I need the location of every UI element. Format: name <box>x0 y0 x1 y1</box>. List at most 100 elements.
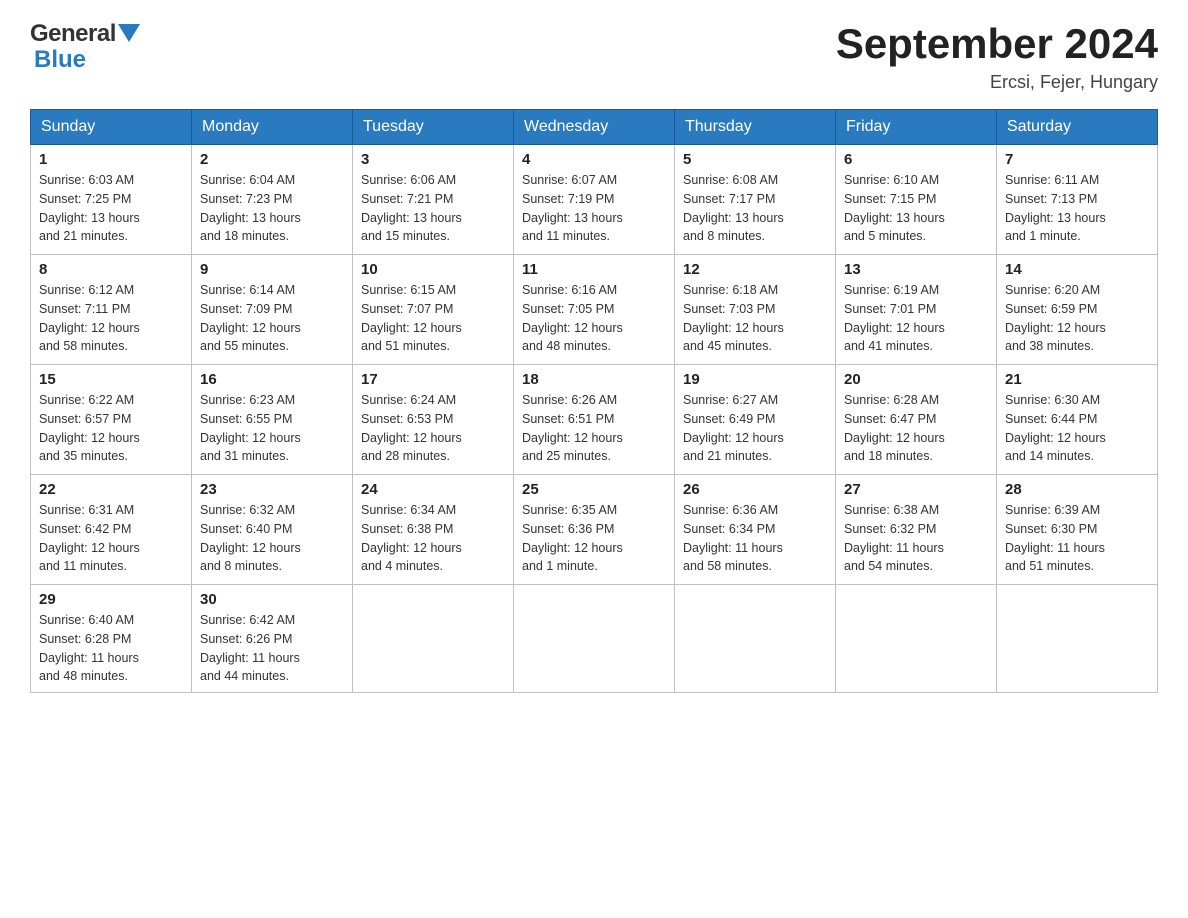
calendar-week-row: 22 Sunrise: 6:31 AM Sunset: 6:42 PM Dayli… <box>31 475 1158 585</box>
calendar-day-cell: 29Sunrise: 6:40 AM Sunset: 6:28 PM Dayli… <box>31 585 192 693</box>
day-number: 22 <box>39 481 183 498</box>
weekday-header-thursday: Thursday <box>675 110 836 145</box>
calendar-day-cell: 28 Sunrise: 6:39 AM Sunset: 6:30 PM Dayli… <box>997 475 1158 585</box>
day-number: 12 <box>683 261 827 278</box>
calendar-title: September 2024 <box>836 20 1158 68</box>
calendar-day-cell: 18 Sunrise: 6:26 AM Sunset: 6:51 PM Dayli… <box>514 365 675 475</box>
day-number: 23 <box>200 481 344 498</box>
day-info: Sunrise: 6:39 AM Sunset: 6:30 PM Dayligh… <box>1005 501 1149 576</box>
weekday-header-saturday: Saturday <box>997 110 1158 145</box>
day-info: Sunrise: 6:07 AM Sunset: 7:19 PM Dayligh… <box>522 171 666 246</box>
day-number: 17 <box>361 371 505 388</box>
day-info: Sunrise: 6:12 AM Sunset: 7:11 PM Dayligh… <box>39 281 183 356</box>
calendar-week-row: 29Sunrise: 6:40 AM Sunset: 6:28 PM Dayli… <box>31 585 1158 693</box>
calendar-day-cell: 5 Sunrise: 6:08 AM Sunset: 7:17 PM Daylig… <box>675 145 836 255</box>
calendar-day-cell: 17 Sunrise: 6:24 AM Sunset: 6:53 PM Dayli… <box>353 365 514 475</box>
day-info: Sunrise: 6:32 AM Sunset: 6:40 PM Dayligh… <box>200 501 344 576</box>
day-info: Sunrise: 6:10 AM Sunset: 7:15 PM Dayligh… <box>844 171 988 246</box>
day-number: 27 <box>844 481 988 498</box>
weekday-header-friday: Friday <box>836 110 997 145</box>
day-number: 26 <box>683 481 827 498</box>
calendar-day-cell: 22 Sunrise: 6:31 AM Sunset: 6:42 PM Dayli… <box>31 475 192 585</box>
calendar-day-cell: 13Sunrise: 6:19 AM Sunset: 7:01 PM Dayli… <box>836 255 997 365</box>
day-info: Sunrise: 6:19 AM Sunset: 7:01 PM Dayligh… <box>844 281 988 356</box>
calendar-day-cell <box>353 585 514 693</box>
calendar-day-cell: 26 Sunrise: 6:36 AM Sunset: 6:34 PM Dayli… <box>675 475 836 585</box>
day-number: 3 <box>361 151 505 168</box>
day-number: 6 <box>844 151 988 168</box>
calendar-week-row: 8 Sunrise: 6:12 AM Sunset: 7:11 PM Daylig… <box>31 255 1158 365</box>
title-area: September 2024 Ercsi, Fejer, Hungary <box>836 20 1158 93</box>
day-info: Sunrise: 6:04 AM Sunset: 7:23 PM Dayligh… <box>200 171 344 246</box>
day-info: Sunrise: 6:06 AM Sunset: 7:21 PM Dayligh… <box>361 171 505 246</box>
calendar-day-cell: 4 Sunrise: 6:07 AM Sunset: 7:19 PM Daylig… <box>514 145 675 255</box>
calendar-day-cell: 20 Sunrise: 6:28 AM Sunset: 6:47 PM Dayli… <box>836 365 997 475</box>
calendar-week-row: 1 Sunrise: 6:03 AM Sunset: 7:25 PM Daylig… <box>31 145 1158 255</box>
day-info: Sunrise: 6:42 AM Sunset: 6:26 PM Dayligh… <box>200 611 344 686</box>
weekday-header-wednesday: Wednesday <box>514 110 675 145</box>
calendar-day-cell: 23 Sunrise: 6:32 AM Sunset: 6:40 PM Dayli… <box>192 475 353 585</box>
day-info: Sunrise: 6:16 AM Sunset: 7:05 PM Dayligh… <box>522 281 666 356</box>
day-number: 28 <box>1005 481 1149 498</box>
day-number: 20 <box>844 371 988 388</box>
day-number: 8 <box>39 261 183 278</box>
calendar-day-cell <box>514 585 675 693</box>
calendar-subtitle: Ercsi, Fejer, Hungary <box>836 72 1158 93</box>
day-number: 11 <box>522 261 666 278</box>
calendar-day-cell: 11 Sunrise: 6:16 AM Sunset: 7:05 PM Dayli… <box>514 255 675 365</box>
logo: General Blue <box>30 20 140 74</box>
calendar-day-cell <box>997 585 1158 693</box>
day-info: Sunrise: 6:15 AM Sunset: 7:07 PM Dayligh… <box>361 281 505 356</box>
day-info: Sunrise: 6:36 AM Sunset: 6:34 PM Dayligh… <box>683 501 827 576</box>
calendar-week-row: 15Sunrise: 6:22 AM Sunset: 6:57 PM Dayli… <box>31 365 1158 475</box>
day-number: 19 <box>683 371 827 388</box>
calendar-day-cell: 8 Sunrise: 6:12 AM Sunset: 7:11 PM Daylig… <box>31 255 192 365</box>
day-info: Sunrise: 6:11 AM Sunset: 7:13 PM Dayligh… <box>1005 171 1149 246</box>
day-info: Sunrise: 6:14 AM Sunset: 7:09 PM Dayligh… <box>200 281 344 356</box>
day-number: 29 <box>39 591 183 608</box>
calendar-day-cell: 19 Sunrise: 6:27 AM Sunset: 6:49 PM Dayli… <box>675 365 836 475</box>
weekday-header-row: SundayMondayTuesdayWednesdayThursdayFrid… <box>31 110 1158 145</box>
day-number: 10 <box>361 261 505 278</box>
calendar-day-cell: 6 Sunrise: 6:10 AM Sunset: 7:15 PM Daylig… <box>836 145 997 255</box>
calendar-day-cell: 21 Sunrise: 6:30 AM Sunset: 6:44 PM Dayli… <box>997 365 1158 475</box>
day-number: 9 <box>200 261 344 278</box>
day-info: Sunrise: 6:28 AM Sunset: 6:47 PM Dayligh… <box>844 391 988 466</box>
day-number: 5 <box>683 151 827 168</box>
calendar-day-cell: 10 Sunrise: 6:15 AM Sunset: 7:07 PM Dayli… <box>353 255 514 365</box>
day-number: 15 <box>39 371 183 388</box>
calendar-day-cell: 15Sunrise: 6:22 AM Sunset: 6:57 PM Dayli… <box>31 365 192 475</box>
day-number: 25 <box>522 481 666 498</box>
calendar-day-cell: 25Sunrise: 6:35 AM Sunset: 6:36 PM Dayli… <box>514 475 675 585</box>
calendar-day-cell <box>836 585 997 693</box>
day-number: 4 <box>522 151 666 168</box>
calendar-day-cell <box>675 585 836 693</box>
calendar-table: SundayMondayTuesdayWednesdayThursdayFrid… <box>30 109 1158 693</box>
day-info: Sunrise: 6:24 AM Sunset: 6:53 PM Dayligh… <box>361 391 505 466</box>
calendar-day-cell: 1 Sunrise: 6:03 AM Sunset: 7:25 PM Daylig… <box>31 145 192 255</box>
logo-general-text: General <box>30 20 116 48</box>
day-info: Sunrise: 6:18 AM Sunset: 7:03 PM Dayligh… <box>683 281 827 356</box>
calendar-day-cell: 7Sunrise: 6:11 AM Sunset: 7:13 PM Daylig… <box>997 145 1158 255</box>
day-number: 24 <box>361 481 505 498</box>
day-number: 1 <box>39 151 183 168</box>
day-info: Sunrise: 6:23 AM Sunset: 6:55 PM Dayligh… <box>200 391 344 466</box>
day-info: Sunrise: 6:20 AM Sunset: 6:59 PM Dayligh… <box>1005 281 1149 356</box>
calendar-day-cell: 12 Sunrise: 6:18 AM Sunset: 7:03 PM Dayli… <box>675 255 836 365</box>
day-info: Sunrise: 6:03 AM Sunset: 7:25 PM Dayligh… <box>39 171 183 246</box>
day-number: 21 <box>1005 371 1149 388</box>
calendar-day-cell: 24Sunrise: 6:34 AM Sunset: 6:38 PM Dayli… <box>353 475 514 585</box>
day-info: Sunrise: 6:26 AM Sunset: 6:51 PM Dayligh… <box>522 391 666 466</box>
day-info: Sunrise: 6:31 AM Sunset: 6:42 PM Dayligh… <box>39 501 183 576</box>
calendar-day-cell: 16Sunrise: 6:23 AM Sunset: 6:55 PM Dayli… <box>192 365 353 475</box>
day-number: 30 <box>200 591 344 608</box>
calendar-day-cell: 30 Sunrise: 6:42 AM Sunset: 6:26 PM Dayli… <box>192 585 353 693</box>
day-number: 2 <box>200 151 344 168</box>
weekday-header-sunday: Sunday <box>31 110 192 145</box>
day-info: Sunrise: 6:30 AM Sunset: 6:44 PM Dayligh… <box>1005 391 1149 466</box>
weekday-header-monday: Monday <box>192 110 353 145</box>
day-info: Sunrise: 6:27 AM Sunset: 6:49 PM Dayligh… <box>683 391 827 466</box>
page-header: General Blue September 2024 Ercsi, Fejer… <box>30 20 1158 93</box>
day-number: 18 <box>522 371 666 388</box>
day-info: Sunrise: 6:08 AM Sunset: 7:17 PM Dayligh… <box>683 171 827 246</box>
